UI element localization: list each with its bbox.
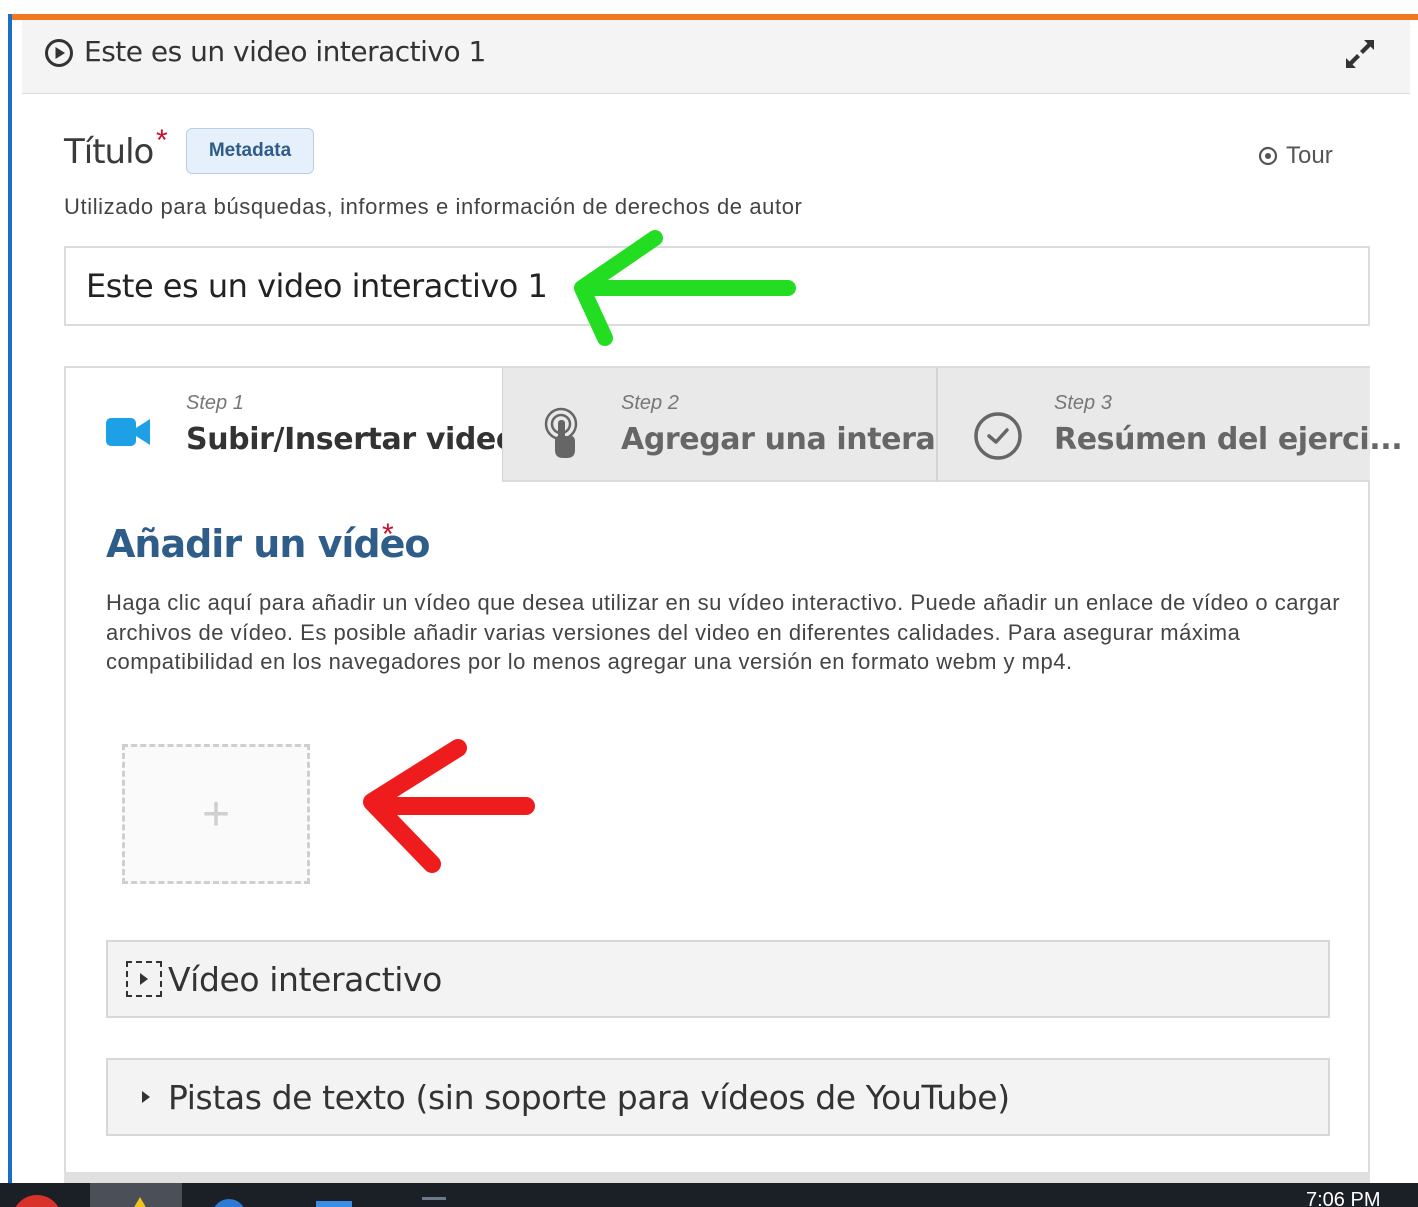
interactive-video-icon: [126, 961, 162, 997]
fullscreen-expand-icon[interactable]: [1340, 34, 1380, 74]
tour-link[interactable]: Tour: [1258, 142, 1333, 170]
tab-step-2[interactable]: Step 2 Agregar una intera...: [502, 368, 969, 482]
step-name: Subir/Insertar video: [186, 422, 517, 457]
metadata-button[interactable]: Metadata: [186, 128, 314, 174]
check-circle-icon: [974, 412, 1022, 460]
interactive-video-label: Vídeo interactivo: [168, 959, 442, 999]
text-tracks-section[interactable]: Pistas de texto (sin soporte para vídeos…: [106, 1058, 1330, 1136]
video-camera-icon: [106, 418, 150, 446]
os-taskbar: 7:06 PM: [0, 1183, 1418, 1207]
add-video-heading: Añadir un vídeo: [106, 522, 431, 566]
play-circle-icon: [45, 39, 73, 67]
add-video-description: Haga clic aquí para añadir un vídeo que …: [106, 590, 1341, 674]
title-field-description: Utilizado para búsquedas, informes e inf…: [64, 194, 803, 219]
mail-taskbar-icon[interactable]: [422, 1197, 446, 1207]
step-number: Step 1: [186, 392, 244, 414]
step-number: Step 3: [1054, 392, 1112, 414]
taskbar-clock: 7:06 PM: [1306, 1189, 1381, 1207]
plus-icon: +: [201, 787, 231, 841]
cropped-top-text-strip: [0, 0, 1418, 14]
start-button[interactable]: [12, 1195, 62, 1207]
tab-step-1[interactable]: Step 1 Subir/Insertar video: [66, 368, 516, 482]
step-name: Agregar una intera...: [621, 422, 969, 457]
window-taskbar-icon[interactable]: [316, 1201, 352, 1207]
steps-panel: Step 1 Subir/Insertar video Step 2 Agreg…: [64, 366, 1403, 1186]
required-marker: *: [382, 518, 394, 551]
interactive-video-section[interactable]: Vídeo interactivo: [106, 940, 1330, 1018]
tour-label: Tour: [1286, 142, 1333, 169]
app-star-icon: [132, 1197, 148, 1207]
editor-header-title: Este es un video interactivo 1: [84, 35, 486, 68]
required-marker: *: [156, 124, 168, 157]
browser-taskbar-icon[interactable]: [212, 1199, 246, 1207]
step-name: Resúmen del ejerci...: [1054, 422, 1403, 457]
expand-caret-icon: [142, 1091, 150, 1103]
touch-pointer-icon: [544, 407, 578, 458]
accent-left-border: [8, 14, 12, 1187]
add-video-button[interactable]: +: [122, 744, 310, 884]
editor-header: Este es un video interactivo 1: [22, 20, 1410, 94]
taskbar-app-active[interactable]: [90, 1183, 182, 1207]
title-field-label: Título: [64, 132, 154, 172]
text-tracks-label: Pistas de texto (sin soporte para vídeos…: [168, 1077, 1010, 1117]
compass-icon: [1258, 146, 1278, 166]
step-number: Step 2: [621, 392, 679, 414]
tab-step-3[interactable]: Step 3 Resúmen del ejerci...: [936, 368, 1403, 482]
title-input[interactable]: [64, 246, 1370, 326]
